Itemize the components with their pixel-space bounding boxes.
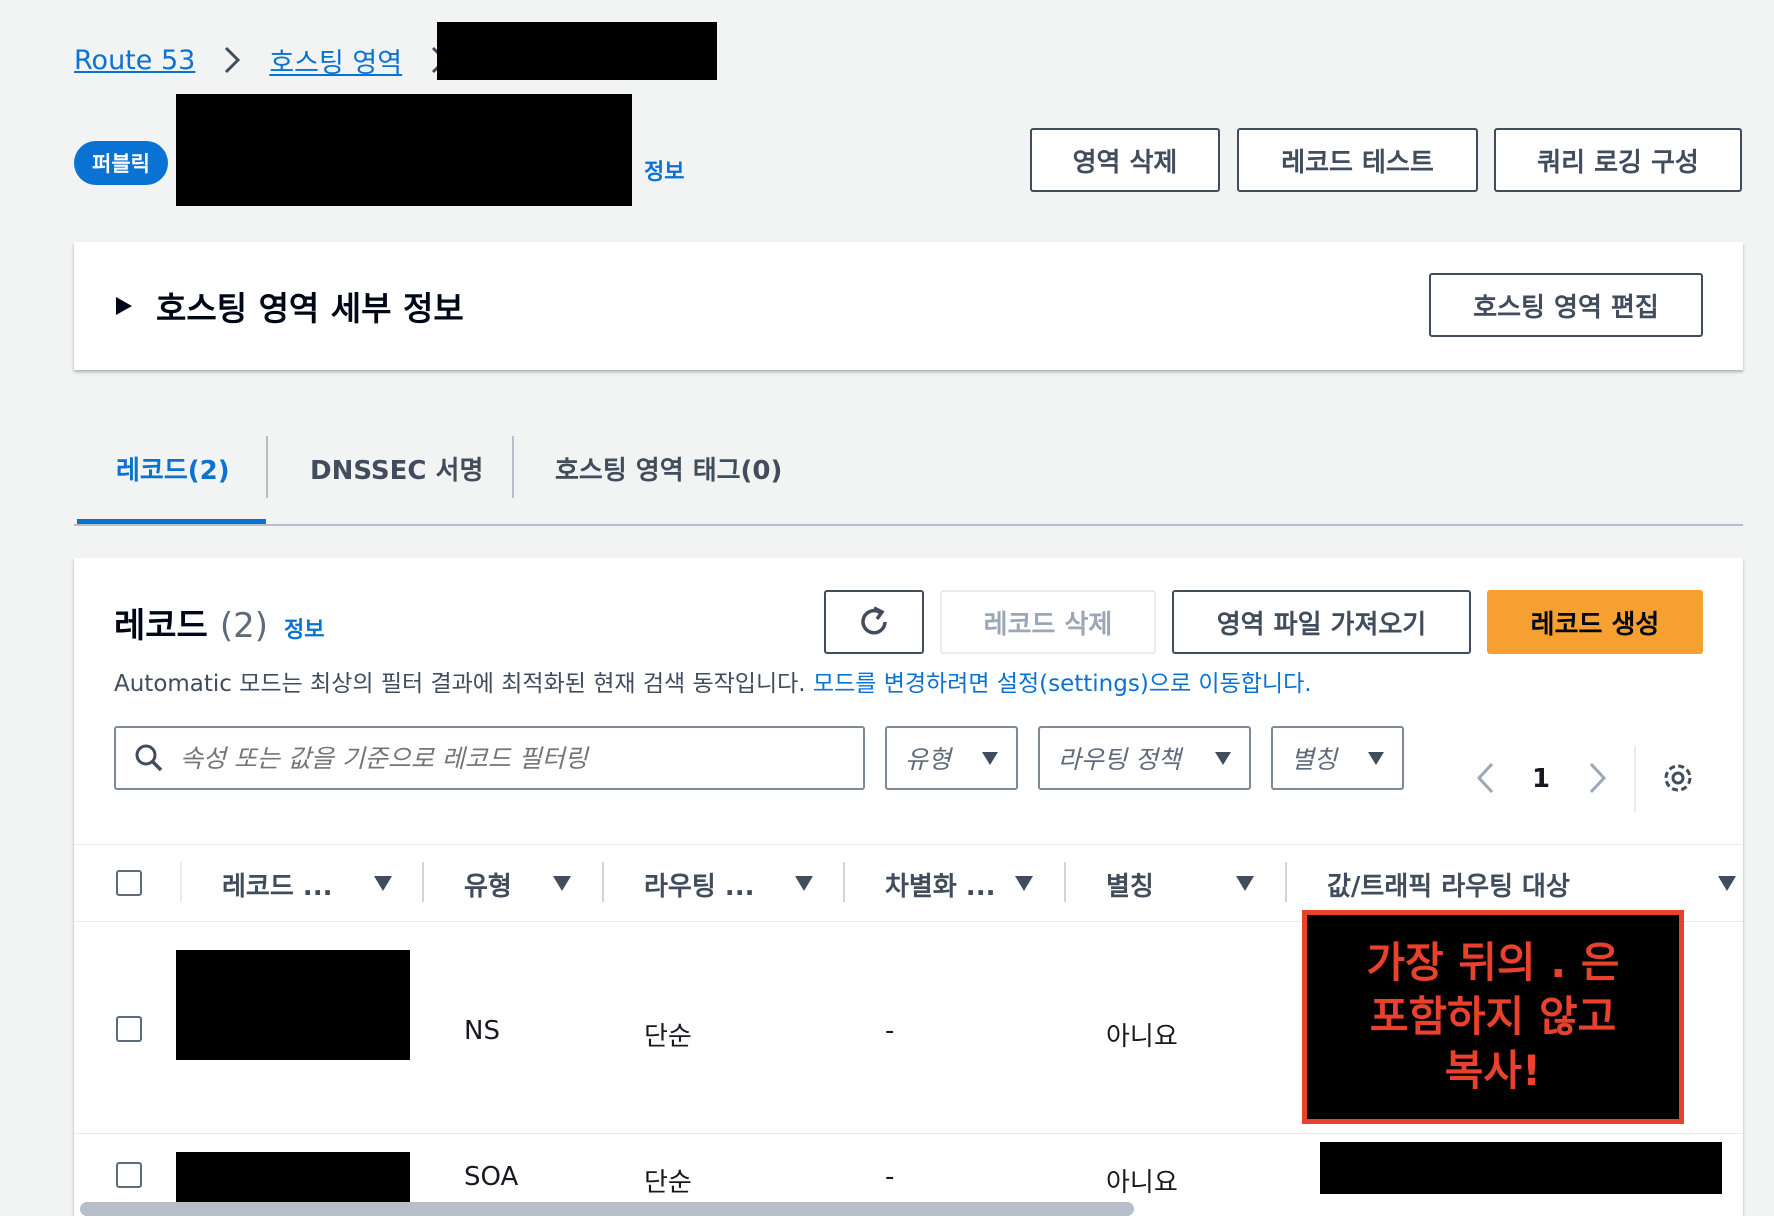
breadcrumb: Route 53 호스팅 영역 bbox=[74, 40, 468, 80]
breadcrumb-hosted-zones-link[interactable]: 호스팅 영역 bbox=[269, 41, 402, 80]
column-divider[interactable] bbox=[1064, 862, 1066, 902]
type-filter-select[interactable]: 유형 bbox=[885, 726, 1018, 790]
sort-caret-icon[interactable] bbox=[1236, 876, 1254, 891]
next-page-icon[interactable] bbox=[1583, 758, 1613, 798]
gear-icon[interactable] bbox=[1660, 760, 1696, 796]
row-checkbox[interactable] bbox=[116, 1162, 142, 1188]
sort-caret-icon[interactable] bbox=[1718, 876, 1736, 891]
record-differentiator: - bbox=[885, 1016, 895, 1046]
column-header-differentiator[interactable]: 차별화 ... bbox=[885, 866, 995, 903]
sort-caret-icon[interactable] bbox=[374, 876, 392, 891]
annotation-line1: 가장 뒤의 . 은 bbox=[1366, 938, 1620, 987]
expand-toggle[interactable]: 호스팅 영역 세부 정보 bbox=[114, 282, 464, 330]
alias-filter-select[interactable]: 별칭 bbox=[1271, 726, 1404, 790]
search-input[interactable] bbox=[180, 743, 820, 773]
redacted-record-value bbox=[1320, 1142, 1722, 1194]
create-record-button[interactable]: 레코드 생성 bbox=[1487, 590, 1703, 654]
tab-divider bbox=[266, 436, 268, 498]
record-alias: 아니요 bbox=[1106, 1022, 1178, 1052]
sort-caret-icon[interactable] bbox=[795, 876, 813, 891]
search-box[interactable] bbox=[114, 726, 865, 790]
settings-link[interactable]: 모드를 변경하려면 설정(settings)으로 이동합니다. bbox=[813, 671, 1312, 697]
test-record-button[interactable]: 레코드 테스트 bbox=[1237, 128, 1478, 192]
chevron-right-icon bbox=[225, 46, 241, 74]
record-routing: 단순 bbox=[644, 1022, 692, 1052]
record-differentiator: - bbox=[885, 1162, 895, 1192]
column-divider[interactable] bbox=[422, 862, 424, 902]
tab-records[interactable]: 레코드(2) bbox=[116, 450, 230, 487]
record-routing: 단순 bbox=[644, 1168, 692, 1198]
edit-hosted-zone-button[interactable]: 호스팅 영역 편집 bbox=[1429, 273, 1703, 337]
column-header-type[interactable]: 유형 bbox=[464, 866, 512, 903]
breadcrumb-route53-link[interactable]: Route 53 bbox=[74, 45, 195, 76]
tab-divider bbox=[512, 436, 514, 498]
annotation-line2: 포함하지 않고 bbox=[1369, 992, 1617, 1041]
refresh-button[interactable] bbox=[824, 590, 924, 654]
current-page[interactable]: 1 bbox=[1532, 764, 1550, 794]
column-divider[interactable] bbox=[843, 862, 845, 902]
records-info-link[interactable]: 정보 bbox=[284, 612, 324, 644]
search-icon bbox=[135, 744, 163, 772]
caret-down-icon bbox=[982, 751, 998, 765]
column-divider[interactable] bbox=[602, 862, 604, 902]
redacted-record-name bbox=[176, 1152, 410, 1206]
caret-right-icon bbox=[116, 297, 132, 315]
caret-down-icon bbox=[1215, 751, 1231, 765]
redacted-breadcrumb-zone bbox=[437, 22, 717, 80]
public-badge: 퍼블릭 bbox=[74, 141, 168, 185]
sort-caret-icon[interactable] bbox=[1015, 876, 1033, 891]
redacted-record-name bbox=[176, 950, 410, 1060]
delete-zone-button[interactable]: 영역 삭제 bbox=[1030, 128, 1220, 192]
import-zone-file-button[interactable]: 영역 파일 가져오기 bbox=[1172, 590, 1471, 654]
tab-zone-tags[interactable]: 호스팅 영역 태그(0) bbox=[555, 450, 782, 487]
row-checkbox[interactable] bbox=[116, 1016, 142, 1042]
record-type: SOA bbox=[464, 1162, 519, 1192]
records-description-text: Automatic 모드는 최상의 필터 결과에 최적화된 현재 검색 동작입니… bbox=[114, 671, 806, 697]
details-panel-title: 호스팅 영역 세부 정보 bbox=[156, 289, 464, 328]
records-heading: 레코드 (2) 정보 bbox=[114, 598, 325, 647]
column-divider[interactable] bbox=[1285, 862, 1287, 902]
refresh-icon bbox=[861, 606, 887, 635]
tab-dnssec[interactable]: DNSSEC 서명 bbox=[310, 450, 483, 487]
active-tab-indicator bbox=[77, 519, 266, 524]
records-count: (2) bbox=[219, 606, 269, 646]
query-logging-button[interactable]: 쿼리 로깅 구성 bbox=[1494, 128, 1742, 192]
column-header-alias[interactable]: 별칭 bbox=[1106, 866, 1154, 903]
column-header-record-name[interactable]: 레코드 ... bbox=[222, 866, 332, 903]
caret-down-icon bbox=[1368, 751, 1384, 765]
records-title: 레코드 bbox=[114, 606, 208, 646]
delete-record-button[interactable]: 레코드 삭제 bbox=[940, 590, 1156, 654]
redacted-zone-name bbox=[176, 94, 632, 206]
pagination-divider bbox=[1634, 746, 1636, 812]
prev-page-icon[interactable] bbox=[1470, 758, 1500, 798]
routing-filter-select[interactable]: 라우팅 정책 bbox=[1038, 726, 1251, 790]
annotation-line3: 복사! bbox=[1444, 1046, 1542, 1095]
alias-filter-label: 별칭 bbox=[1291, 745, 1338, 774]
horizontal-scrollbar[interactable] bbox=[80, 1202, 1134, 1216]
record-type: NS bbox=[464, 1016, 500, 1046]
sort-caret-icon[interactable] bbox=[553, 876, 571, 891]
select-all-checkbox[interactable] bbox=[116, 870, 142, 896]
type-filter-label: 유형 bbox=[905, 745, 952, 774]
records-description: Automatic 모드는 최상의 필터 결과에 최적화된 현재 검색 동작입니… bbox=[114, 664, 1312, 698]
record-alias: 아니요 bbox=[1106, 1168, 1178, 1198]
column-header-routing[interactable]: 라우팅 ... bbox=[644, 866, 754, 903]
routing-filter-label: 라우팅 정책 bbox=[1058, 745, 1181, 774]
column-divider bbox=[180, 862, 182, 902]
column-header-value[interactable]: 값/트래픽 라우팅 대상 bbox=[1327, 866, 1570, 903]
tabs-baseline bbox=[74, 524, 1743, 526]
hosted-zone-details-panel: 호스팅 영역 세부 정보 호스팅 영역 편집 bbox=[74, 242, 1743, 370]
header-info-link[interactable]: 정보 bbox=[644, 154, 684, 186]
annotation-callout: 가장 뒤의 . 은 포함하지 않고 복사! bbox=[1302, 910, 1684, 1124]
